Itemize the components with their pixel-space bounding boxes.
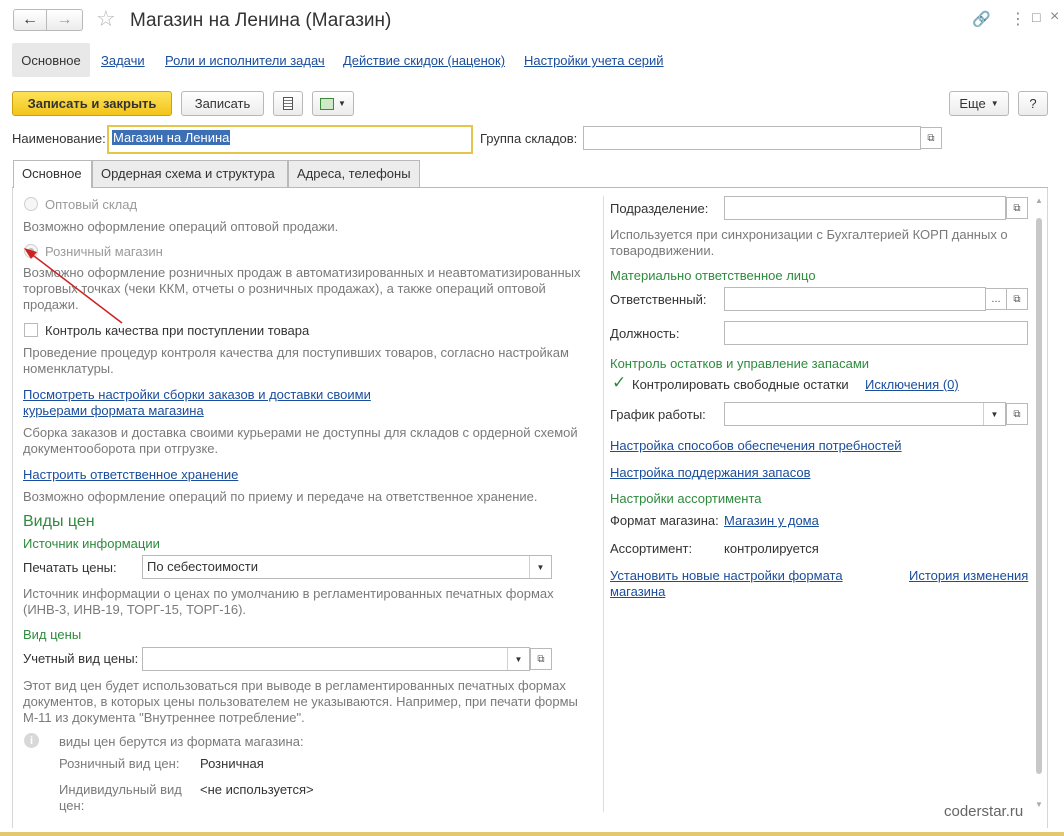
watermark: coderstar.ru xyxy=(944,803,1024,820)
bottom-border xyxy=(0,832,1064,836)
annotation-arrow xyxy=(24,248,123,324)
